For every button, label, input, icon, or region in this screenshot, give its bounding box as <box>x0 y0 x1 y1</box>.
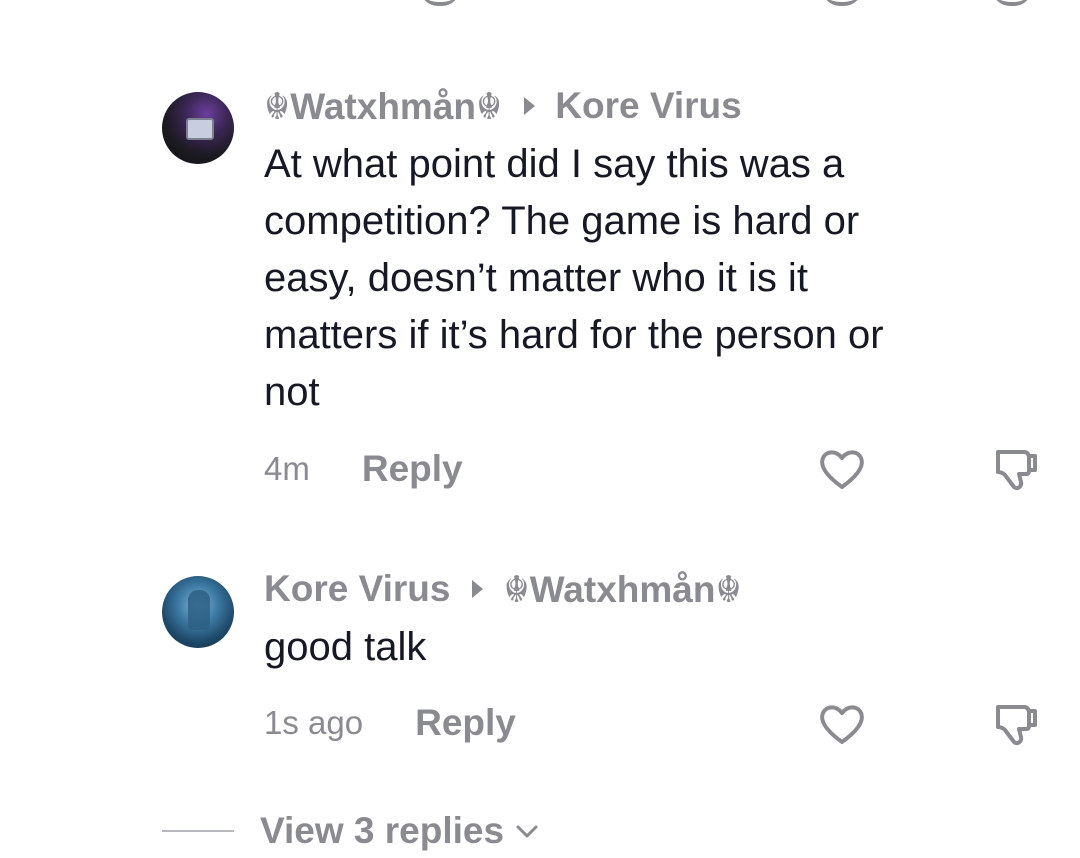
reply-button[interactable]: Reply <box>415 702 516 744</box>
play-arrow-icon <box>472 580 484 598</box>
previous-like-remnant <box>822 0 862 6</box>
author-name[interactable]: Kore Virus <box>264 568 450 610</box>
comment-text: good talk <box>264 625 427 669</box>
avatar-image <box>188 590 210 630</box>
timestamp: 4m <box>264 450 310 487</box>
avatar-image <box>186 118 214 140</box>
comment-text: At what point did I say this was a compe… <box>264 142 884 414</box>
view-replies-label: View 3 replies <box>260 810 505 851</box>
previous-comment-remnant <box>0 0 1080 12</box>
reply-to-name[interactable]: ☬Watxhmån☬ <box>503 568 741 611</box>
heart-outline-icon[interactable] <box>816 698 868 750</box>
previous-dislike-remnant <box>992 0 1032 6</box>
author-name[interactable]: ☬Watxhmån☬ <box>264 85 502 128</box>
thumbs-down-icon[interactable] <box>988 697 1040 749</box>
comment-header: ☬Watxhmån☬ Kore Virus <box>264 84 742 128</box>
avatar[interactable] <box>162 92 234 164</box>
avatar[interactable] <box>162 576 234 648</box>
thumbs-down-icon[interactable] <box>988 442 1040 494</box>
comment-header: Kore Virus ☬Watxhmån☬ <box>264 567 742 611</box>
heart-outline-icon[interactable] <box>816 443 868 495</box>
comment-meta: 4m Reply <box>264 444 463 494</box>
play-arrow-icon <box>524 97 536 115</box>
comment-meta: 1s ago Reply <box>264 698 516 748</box>
chevron-down-icon <box>516 825 538 838</box>
previous-reply-remnant <box>420 0 460 6</box>
reply-to-name[interactable]: Kore Virus <box>555 85 741 127</box>
divider-line <box>162 830 234 832</box>
reply-button[interactable]: Reply <box>362 448 463 490</box>
view-replies-button[interactable]: View 3 replies <box>162 808 540 854</box>
timestamp: 1s ago <box>264 704 364 741</box>
